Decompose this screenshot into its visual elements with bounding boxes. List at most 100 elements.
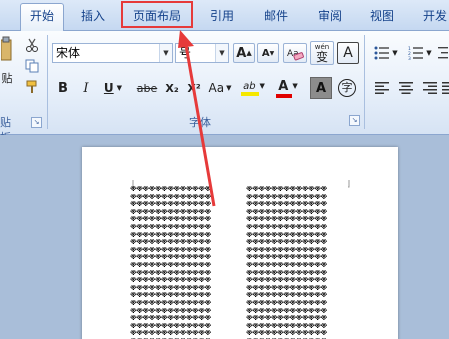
format-painter-icon (25, 80, 39, 94)
strikethrough-icon: abe (136, 81, 158, 95)
text-line: ※※※※※※※※※※※※※ (246, 299, 327, 307)
tab-view[interactable]: 视图 (361, 6, 403, 26)
clear-formatting-button[interactable]: Aa (283, 43, 307, 63)
ribbon-tab-bar: 开始 插入 页面布局 引用 邮件 审阅 视图 开发 (0, 0, 449, 31)
chevron-down-icon[interactable]: ▼ (117, 84, 122, 92)
text-line: ※※※※※※※※※※※※※ (246, 307, 327, 315)
tab-references[interactable]: 引用 (201, 6, 243, 26)
align-right-icon (423, 82, 437, 94)
text-line: ※※※※※※※※※※※※※ (246, 254, 327, 262)
justify-button[interactable] (442, 78, 449, 98)
text-line: ※※※※※※※※※※※※※ (246, 231, 327, 239)
copy-button[interactable] (22, 57, 42, 75)
tab-home[interactable]: 开始 (20, 3, 64, 31)
subscript-button[interactable]: X₂ (162, 78, 182, 98)
text-line: ※※※※※※※※※※※※※ (246, 284, 327, 292)
text-line: ※※※※※※※※※※※※※ (246, 277, 327, 285)
document-area[interactable]: ※※※※※※※※※※※※※ ※※※※※※※※※※※※※ ※※※※※※※※※※※※※ ※… (0, 135, 449, 339)
bold-icon: B (58, 80, 68, 96)
text-line: ※※※※※※※※※※※※※ (246, 223, 327, 231)
align-center-button[interactable] (395, 78, 417, 98)
change-case-icon: Aa (208, 81, 225, 95)
shrink-font-button[interactable]: A ▼ (257, 43, 279, 63)
phonetic-guide-button[interactable]: wén 变 (310, 41, 334, 65)
text-line: ※※※※※※※※※※※※※ (246, 208, 327, 216)
italic-icon: I (83, 80, 89, 96)
chevron-down-icon[interactable]: ▼ (292, 82, 297, 90)
text-line: ※※※※※※※※※※※※※ (130, 299, 211, 307)
align-left-button[interactable] (371, 78, 393, 98)
highlight-color-swatch (241, 91, 259, 96)
text-line: ※※※※※※※※※※※※※ (130, 201, 211, 209)
underline-button[interactable]: U ▼ (99, 78, 127, 98)
font-dialog-launcher[interactable]: ↘ (349, 115, 360, 126)
paste-button[interactable]: 贴 (0, 33, 14, 107)
tab-review[interactable]: 审阅 (309, 6, 351, 26)
page-layout-highlight-box (121, 1, 193, 28)
character-border-icon: A (343, 45, 353, 61)
chevron-down-icon[interactable]: ▼ (426, 49, 431, 57)
numbering-icon: 1 2 3 (408, 46, 424, 60)
text-column-right[interactable]: ※※※※※※※※※※※※※ ※※※※※※※※※※※※※ ※※※※※※※※※※※※※ ※… (246, 186, 352, 339)
enclose-characters-icon: 字 (338, 79, 356, 97)
tab-developer[interactable]: 开发 (414, 6, 449, 26)
strikethrough-button[interactable]: abe (134, 78, 160, 98)
tab-mailings[interactable]: 邮件 (255, 6, 297, 26)
italic-button[interactable]: I (76, 78, 96, 98)
underline-icon: U (103, 81, 114, 95)
font-color-button[interactable]: A ▼ (273, 77, 303, 99)
text-column-left[interactable]: ※※※※※※※※※※※※※ ※※※※※※※※※※※※※ ※※※※※※※※※※※※※ ※… (130, 186, 236, 339)
align-right-button[interactable] (419, 78, 441, 98)
tab-insert[interactable]: 插入 (72, 6, 114, 26)
text-line: ※※※※※※※※※※※※※ (246, 261, 327, 269)
numbering-button[interactable]: 1 2 3 ▼ (405, 43, 435, 63)
bullets-button[interactable]: ▼ (371, 43, 401, 63)
copy-icon (25, 59, 39, 73)
font-size-combo[interactable]: 号 ▼ (175, 43, 229, 63)
text-line: ※※※※※※※※※※※※※ (130, 216, 211, 224)
font-name-value: 宋体 (56, 46, 81, 60)
text-line: ※※※※※※※※※※※※※ (130, 193, 211, 201)
change-case-button[interactable]: Aa ▼ (206, 78, 234, 98)
text-line: ※※※※※※※※※※※※※ (130, 231, 211, 239)
text-line: ※※※※※※※※※※※※※ (246, 216, 327, 224)
font-color-swatch (276, 93, 292, 98)
document-page[interactable]: ※※※※※※※※※※※※※ ※※※※※※※※※※※※※ ※※※※※※※※※※※※※ ※… (82, 147, 398, 339)
text-line: ※※※※※※※※※※※※※ (130, 284, 211, 292)
bold-button[interactable]: B (53, 78, 73, 98)
chevron-down-icon[interactable]: ▼ (226, 84, 231, 92)
text-line: ※※※※※※※※※※※※※ (130, 269, 211, 277)
text-line: ※※※※※※※※※※※※※ (246, 330, 327, 338)
scissors-icon (25, 38, 39, 52)
multilevel-list-button[interactable] (437, 43, 449, 63)
chevron-down-icon[interactable]: ▼ (159, 44, 172, 62)
text-highlight-button[interactable]: ab ▼ (238, 77, 270, 99)
enclose-characters-button[interactable]: 字 (336, 77, 358, 99)
chevron-down-icon[interactable]: ▼ (260, 82, 265, 90)
character-shading-button[interactable]: A (310, 77, 332, 99)
cut-button[interactable] (22, 36, 42, 54)
superscript-button[interactable]: X² (184, 78, 204, 98)
text-line: ※※※※※※※※※※※※※ (130, 292, 211, 300)
text-line: ※※※※※※※※※※※※※ (246, 246, 327, 254)
paste-icon (1, 34, 13, 62)
font-name-combo[interactable]: 宋体 ▼ (52, 43, 173, 63)
text-line: ※※※※※※※※※※※※※ (130, 223, 211, 231)
word-window: 开始 插入 页面布局 引用 邮件 审阅 视图 开发 贴 贴 ↘ 宋体 ▼ 号 ▼… (0, 0, 449, 339)
text-line: ※※※※※※※※※※※※※ (130, 186, 211, 193)
chevron-down-icon[interactable]: ▼ (392, 49, 397, 57)
clear-formatting-icon: Aa (286, 45, 304, 61)
ribbon-home: 贴 贴 ↘ 宋体 ▼ 号 ▼ A ▲ A ▼ Aa wén 变 A B I U … (0, 31, 449, 144)
clipboard-dialog-launcher[interactable]: ↘ (31, 117, 42, 128)
shrink-font-icon: A (261, 47, 270, 59)
grow-font-icon: A (236, 45, 247, 61)
text-line: ※※※※※※※※※※※※※ (246, 315, 327, 323)
chevron-down-icon[interactable]: ▼ (215, 44, 228, 62)
text-line: ※※※※※※※※※※※※※ (246, 292, 327, 300)
character-border-button[interactable]: A (337, 42, 359, 64)
format-painter-button[interactable] (22, 78, 42, 96)
justify-icon (442, 82, 449, 94)
text-line: ※※※※※※※※※※※※※ (130, 261, 211, 269)
grow-font-button[interactable]: A ▲ (233, 43, 255, 63)
text-line: ※※※※※※※※※※※※※ (130, 239, 211, 247)
